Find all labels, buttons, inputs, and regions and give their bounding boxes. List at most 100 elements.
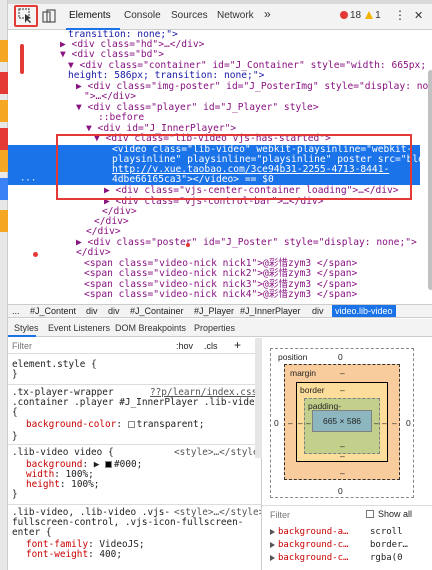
breadcrumb-item[interactable]: div: [86, 306, 98, 316]
computed-prop-value: scroll: [370, 527, 403, 537]
computed-prop-value: rgba(0: [370, 553, 403, 563]
annotation-mark: [20, 44, 24, 74]
styles-filter-input[interactable]: [12, 340, 162, 352]
position-right-value[interactable]: 0: [406, 418, 411, 428]
show-all-checkbox[interactable]: [366, 510, 374, 518]
breadcrumb-item[interactable]: div: [312, 306, 324, 316]
property-name: font-weight: [26, 549, 89, 560]
device-mode-icon: [42, 9, 56, 23]
breadcrumb-item[interactable]: ...: [12, 306, 20, 316]
error-warning-counter[interactable]: 18 1: [340, 10, 381, 21]
dom-line-text: ::before: [98, 112, 145, 123]
expand-triangle-icon[interactable]: [270, 529, 275, 535]
rule-divider: [8, 444, 261, 445]
border-right-value[interactable]: –: [382, 418, 387, 428]
dom-scrollbar[interactable]: [428, 70, 432, 290]
breadcrumb-item[interactable]: #J_InnerPlayer: [240, 306, 301, 316]
padding-left-value[interactable]: –: [306, 418, 311, 428]
color-swatch-icon[interactable]: [127, 421, 135, 428]
side-strip-marker: [0, 100, 8, 122]
style-declaration[interactable]: background-color: transparent;: [26, 420, 204, 430]
breadcrumb-item[interactable]: #J_Container: [130, 306, 184, 316]
dom-line[interactable]: <span class="video-nick nick4">@彩惜zym3 <…: [84, 290, 357, 300]
expand-triangle-icon[interactable]: [270, 542, 275, 548]
tab-console[interactable]: Console: [124, 10, 161, 21]
tab-sources[interactable]: Sources: [171, 10, 208, 21]
breadcrumb-item[interactable]: #J_Player: [194, 306, 234, 316]
margin-top-value[interactable]: –: [340, 368, 345, 378]
property-value: 100%;: [71, 479, 100, 490]
padding-right-value[interactable]: –: [374, 418, 379, 428]
border-top-value[interactable]: –: [340, 385, 345, 395]
rule-brace: }: [12, 431, 18, 442]
property-value: #000;: [114, 459, 143, 470]
more-tabs-button[interactable]: »: [264, 7, 271, 21]
dom-line-text: ">…</div>: [84, 91, 136, 102]
rule-brace: }: [12, 489, 18, 500]
expand-triangle-icon[interactable]: [270, 555, 275, 561]
rule-selector: .lib-video video {: [12, 447, 114, 458]
computed-row[interactable]: background-a… scroll: [270, 527, 430, 538]
computed-row[interactable]: background-c… rgba(0: [270, 553, 430, 564]
breadcrumb-item-active[interactable]: video.lib-video: [332, 305, 396, 317]
device-toolbar-button[interactable]: [42, 9, 56, 26]
dom-line-text: ▼ <div class="bd">: [60, 49, 164, 60]
dom-line[interactable]: ">…</div>: [84, 92, 136, 102]
customize-menu-button[interactable]: ⋮: [394, 8, 406, 22]
dom-line-text: </div>: [86, 226, 121, 237]
tab-network[interactable]: Network: [217, 10, 254, 21]
property-value: 400;: [99, 549, 122, 560]
tab-event-listeners[interactable]: Event Listeners: [48, 323, 110, 333]
annotation-highlight-box: [56, 134, 412, 200]
tab-sources-label: Sources: [171, 10, 208, 21]
position-label: position: [278, 352, 308, 362]
page-side-strip: [0, 0, 8, 570]
breadcrumb-item[interactable]: #J_Content: [30, 306, 76, 316]
position-top-value[interactable]: 0: [338, 352, 343, 362]
margin-bottom-value[interactable]: –: [340, 468, 345, 478]
inspect-element-button[interactable]: [14, 5, 38, 27]
property-value: transparent;: [136, 419, 205, 430]
rule-brace: }: [12, 369, 18, 380]
hover-state-toggle[interactable]: :hov: [176, 341, 193, 351]
style-declaration[interactable]: font-weight: 400;: [26, 550, 122, 560]
annotation-dot: [33, 252, 38, 257]
padding-bottom-value[interactable]: –: [340, 441, 345, 451]
position-left-value[interactable]: 0: [274, 418, 279, 428]
dom-line[interactable]: ▼ <div class="bd">: [60, 50, 164, 60]
margin-left-value[interactable]: –: [288, 418, 293, 428]
tab-properties[interactable]: Properties: [194, 323, 235, 333]
rule-brace: {: [12, 407, 18, 418]
margin-right-value[interactable]: –: [392, 418, 397, 428]
cursor-select-icon: [18, 8, 31, 23]
tab-styles[interactable]: Styles: [14, 323, 39, 333]
error-count: 18: [350, 10, 362, 21]
styles-filter-row: :hov .cls +: [8, 338, 261, 354]
pane-splitter[interactable]: [255, 338, 262, 458]
dom-line[interactable]: <span class="video-nick nick2">@彩惜zym3 <…: [84, 269, 357, 279]
side-strip-marker: [0, 40, 8, 62]
more-actions-icon[interactable]: ···: [20, 176, 36, 186]
color-swatch-icon[interactable]: [105, 461, 113, 468]
dom-line[interactable]: </div>: [76, 248, 111, 258]
new-rule-button[interactable]: +: [234, 338, 241, 352]
dom-line[interactable]: ::before: [98, 113, 144, 123]
dom-line[interactable]: ▶ <div class="poster" id="J_Poster" styl…: [76, 238, 417, 248]
close-devtools-button[interactable]: ✕: [414, 9, 423, 22]
tab-elements[interactable]: Elements: [66, 4, 120, 30]
tab-network-label: Network: [217, 10, 254, 21]
style-declaration[interactable]: height: 100%;: [26, 480, 99, 490]
breadcrumb-item[interactable]: div: [108, 306, 120, 316]
box-model-content[interactable]: 665 × 586: [312, 410, 372, 432]
tab-dom-breakpoints[interactable]: DOM Breakpoints: [115, 323, 186, 333]
computed-row[interactable]: background-c… border…: [270, 540, 430, 551]
rule-source-link[interactable]: <style>…</style>: [174, 448, 261, 458]
rule-divider: [8, 384, 261, 385]
class-toggle[interactable]: .cls: [204, 341, 218, 351]
computed-filter-input[interactable]: [270, 509, 360, 521]
border-left-value[interactable]: –: [298, 418, 303, 428]
devtools-toolbar: Elements Console Sources Network » 18 1 ⋮…: [8, 0, 432, 30]
position-bottom-value[interactable]: 0: [338, 486, 343, 496]
dom-line[interactable]: </div>: [86, 227, 121, 237]
dom-line[interactable]: height: 586px; transition: none;">: [68, 71, 264, 81]
